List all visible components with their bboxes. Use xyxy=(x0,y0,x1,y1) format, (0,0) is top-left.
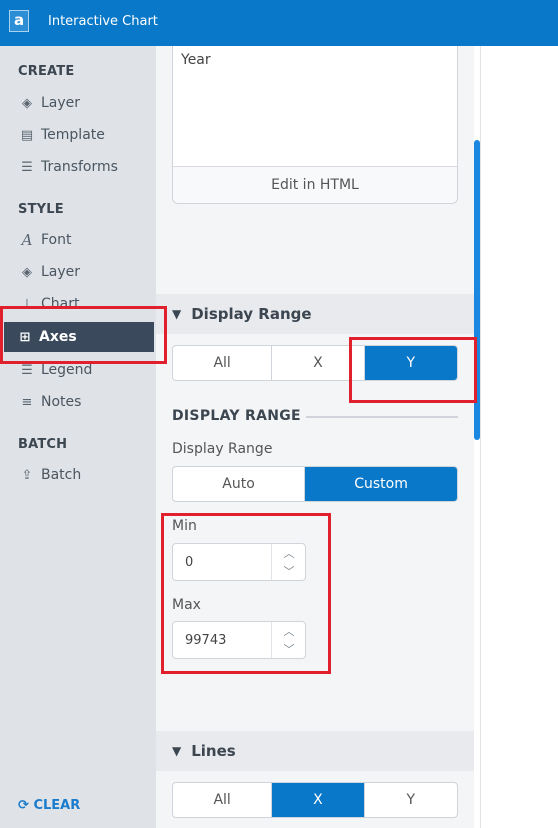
notes-icon: ≡ xyxy=(21,394,33,410)
chevron-down-icon: ▼ xyxy=(172,307,182,321)
highlight-y-tab xyxy=(349,337,477,403)
sidebar-item-create-layer[interactable]: ◈ Layer xyxy=(0,88,156,118)
app-logo-icon: a xyxy=(9,10,29,32)
highlight-min-max xyxy=(161,513,331,674)
sidebar-item-transforms[interactable]: ☰ Transforms xyxy=(0,152,156,182)
lines-section-header[interactable]: ▼ Lines xyxy=(156,731,474,771)
batch-icon: ⇪ xyxy=(21,467,33,483)
transforms-icon: ☰ xyxy=(21,159,33,175)
lines-axis-selector: All X Y xyxy=(172,782,458,818)
clear-button[interactable]: ⟳ CLEAR xyxy=(18,798,80,813)
lines-tab-all[interactable]: All xyxy=(173,783,273,817)
lines-tab-x[interactable]: X xyxy=(272,783,365,817)
title-bar: a Interactive Chart xyxy=(0,0,558,46)
display-range-label: Display Range xyxy=(172,441,273,457)
section-heading-batch: BATCH xyxy=(18,437,68,452)
sidebar-item-template[interactable]: ▤ Template xyxy=(0,120,156,150)
edit-in-html-button[interactable]: Edit in HTML xyxy=(173,167,457,203)
display-range-section-header[interactable]: ▼ Display Range xyxy=(156,294,474,334)
sidebar-item-font[interactable]: A Font xyxy=(0,225,156,255)
lines-tab-y[interactable]: Y xyxy=(365,783,457,817)
range-mode-custom[interactable]: Custom xyxy=(305,467,457,501)
app-title: Interactive Chart xyxy=(48,14,158,29)
axis-tab-all[interactable]: All xyxy=(173,346,273,380)
sidebar-item-notes[interactable]: ≡ Notes xyxy=(0,387,156,417)
template-icon: ▤ xyxy=(20,127,34,143)
section-heading-create: CREATE xyxy=(18,64,75,79)
html-preview-text: Year xyxy=(181,52,211,68)
subtitle-rule xyxy=(306,416,458,418)
range-mode-auto[interactable]: Auto xyxy=(173,467,306,501)
layers-icon: ◈ xyxy=(22,95,32,111)
refresh-icon: ⟳ xyxy=(18,798,29,813)
range-mode-selector: Auto Custom xyxy=(172,466,458,502)
display-range-subtitle: DISPLAY RANGE xyxy=(172,408,301,424)
section-heading-style: STYLE xyxy=(18,202,64,217)
layers-icon: ◈ xyxy=(22,264,32,280)
chevron-down-icon: ▼ xyxy=(172,744,182,758)
html-preview-box: Year Edit in HTML xyxy=(172,46,458,204)
sidebar-item-style-layer[interactable]: ◈ Layer xyxy=(0,257,156,287)
sidebar: CREATE ◈ Layer ▤ Template ☰ Transforms STYL… xyxy=(0,46,156,828)
legend-icon: ☰ xyxy=(21,362,33,378)
chart-canvas-area xyxy=(480,46,558,828)
font-icon: A xyxy=(21,231,33,249)
highlight-axes xyxy=(0,306,167,364)
sidebar-item-batch[interactable]: ⇪ Batch xyxy=(0,460,156,490)
